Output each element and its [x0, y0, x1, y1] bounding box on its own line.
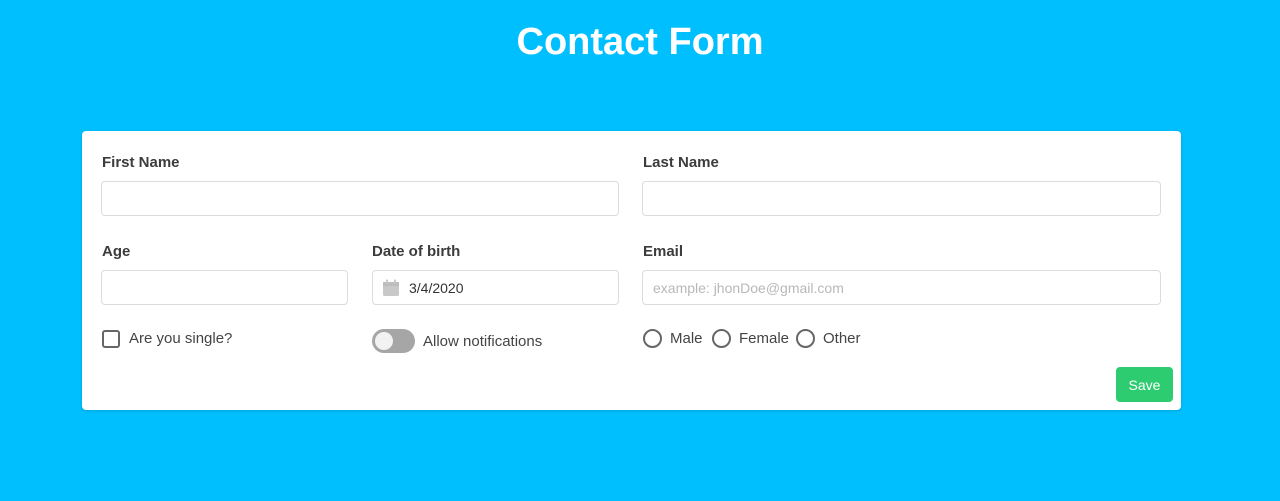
gender-radio-label: Male [670, 330, 703, 347]
toggle-knob [375, 332, 393, 350]
first-name-input[interactable] [101, 181, 619, 216]
age-label: Age [102, 243, 131, 260]
gender-radio-label: Female [739, 330, 790, 347]
gender-radio-female[interactable] [712, 329, 731, 348]
email-label: Email [643, 243, 684, 260]
single-checkbox-label: Are you single? [129, 330, 233, 347]
last-name-input[interactable] [642, 181, 1161, 216]
contact-form-card: First Name Last Name Age Date of birth 3… [82, 131, 1181, 410]
calendar-icon [383, 279, 399, 296]
date-of-birth-label: Date of birth [372, 243, 461, 260]
gender-radio-other[interactable] [796, 329, 815, 348]
page-title: Contact Form [516, 21, 764, 63]
first-name-label: First Name [102, 154, 180, 171]
age-input[interactable] [101, 270, 348, 305]
date-of-birth-value: 3/4/2020 [409, 280, 464, 296]
gender-radio-male[interactable] [643, 329, 662, 348]
notifications-toggle-label: Allow notifications [423, 333, 543, 350]
save-button[interactable]: Save [1116, 367, 1173, 402]
gender-radio-label: Other [823, 330, 861, 347]
date-of-birth-input[interactable]: 3/4/2020 [372, 270, 619, 305]
single-checkbox[interactable] [102, 330, 120, 348]
notifications-toggle[interactable] [372, 329, 415, 353]
email-input[interactable] [642, 270, 1161, 305]
last-name-label: Last Name [643, 154, 719, 171]
